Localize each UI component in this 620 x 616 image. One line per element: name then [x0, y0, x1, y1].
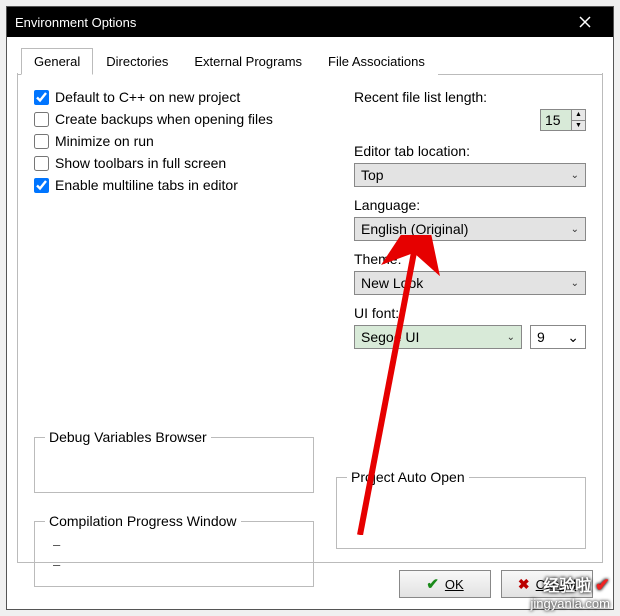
- chevron-down-icon: ⌄: [507, 332, 515, 343]
- cancel-label: Cancel: [536, 577, 576, 592]
- check-minimize-run-label: Minimize on run: [55, 133, 154, 149]
- check-toolbars-fullscreen[interactable]: Show toolbars in full screen: [34, 155, 344, 171]
- right-column: Recent file list length: ▲ ▼ Editor tab …: [344, 89, 586, 349]
- title-bar: Environment Options: [7, 7, 613, 37]
- check-create-backups[interactable]: Create backups when opening files: [34, 111, 344, 127]
- language-label: Language:: [354, 197, 586, 213]
- check-create-backups-label: Create backups when opening files: [55, 111, 273, 127]
- window-title: Environment Options: [15, 15, 565, 30]
- check-multiline-tabs-label: Enable multiline tabs in editor: [55, 177, 238, 193]
- tab-general[interactable]: General: [21, 48, 93, 75]
- tab-bar: General Directories External Programs Fi…: [17, 47, 603, 75]
- group-comp-legend: Compilation Progress Window: [45, 513, 241, 529]
- theme-value: New Look: [361, 275, 423, 291]
- close-button[interactable]: [565, 7, 605, 37]
- check-default-cpp[interactable]: Default to C++ on new project: [34, 89, 344, 105]
- theme-combo[interactable]: New Look ⌄: [354, 271, 586, 295]
- group-debug-legend: Debug Variables Browser: [45, 429, 211, 445]
- chevron-down-icon: ⌄: [571, 278, 579, 289]
- close-icon: [579, 16, 591, 28]
- chevron-down-icon: ⌄: [567, 329, 579, 346]
- tab-directories[interactable]: Directories: [93, 48, 181, 75]
- cross-icon: ✖: [518, 576, 530, 593]
- ui-font-combo[interactable]: Segoe UI ⌄: [354, 325, 522, 349]
- recent-list-label: Recent file list length:: [354, 89, 586, 105]
- ui-font-value: Segoe UI: [361, 329, 419, 345]
- window-frame: Environment Options General Directories …: [6, 6, 614, 610]
- check-minimize-run-box[interactable]: [34, 134, 49, 149]
- ui-font-size-combo[interactable]: 9 ⌄: [530, 325, 586, 349]
- chevron-down-icon: ⌄: [571, 170, 579, 181]
- check-default-cpp-label: Default to C++ on new project: [55, 89, 240, 105]
- group-project-auto-open: Project Auto Open: [336, 469, 586, 549]
- ok-label: OK: [445, 577, 464, 592]
- check-multiline-tabs[interactable]: Enable multiline tabs in editor: [34, 177, 344, 193]
- tab-panel-general: Default to C++ on new project Create bac…: [17, 73, 603, 563]
- check-create-backups-box[interactable]: [34, 112, 49, 127]
- cancel-button[interactable]: ✖ Cancel: [501, 570, 593, 598]
- recent-list-input[interactable]: [541, 110, 571, 130]
- comp-item-1: –: [53, 535, 303, 555]
- ok-button[interactable]: ✔ OK: [399, 570, 491, 598]
- check-icon: ✔: [426, 575, 439, 593]
- check-toolbars-fullscreen-label: Show toolbars in full screen: [55, 155, 226, 171]
- group-proj-legend: Project Auto Open: [347, 469, 469, 485]
- tab-file-associations[interactable]: File Associations: [315, 48, 438, 75]
- chevron-down-icon: ⌄: [571, 224, 579, 235]
- check-multiline-tabs-box[interactable]: [34, 178, 49, 193]
- tab-external-programs[interactable]: External Programs: [181, 48, 315, 75]
- check-minimize-run[interactable]: Minimize on run: [34, 133, 344, 149]
- ui-font-label: UI font:: [354, 305, 586, 321]
- ui-font-size-value: 9: [537, 329, 545, 345]
- editor-tab-location-label: Editor tab location:: [354, 143, 586, 159]
- editor-tab-location-combo[interactable]: Top ⌄: [354, 163, 586, 187]
- spinner-up[interactable]: ▲: [572, 110, 585, 121]
- check-default-cpp-box[interactable]: [34, 90, 49, 105]
- language-combo[interactable]: English (Original) ⌄: [354, 217, 586, 241]
- button-row: ✔ OK ✖ Cancel: [17, 567, 603, 601]
- language-value: English (Original): [361, 221, 468, 237]
- editor-tab-location-value: Top: [361, 167, 384, 183]
- spinner-down[interactable]: ▼: [572, 121, 585, 131]
- group-debug-variables-browser: Debug Variables Browser: [34, 429, 314, 493]
- check-toolbars-fullscreen-box[interactable]: [34, 156, 49, 171]
- left-column: Default to C++ on new project Create bac…: [34, 89, 344, 349]
- recent-list-spinner[interactable]: ▲ ▼: [540, 109, 586, 131]
- theme-label: Theme:: [354, 251, 586, 267]
